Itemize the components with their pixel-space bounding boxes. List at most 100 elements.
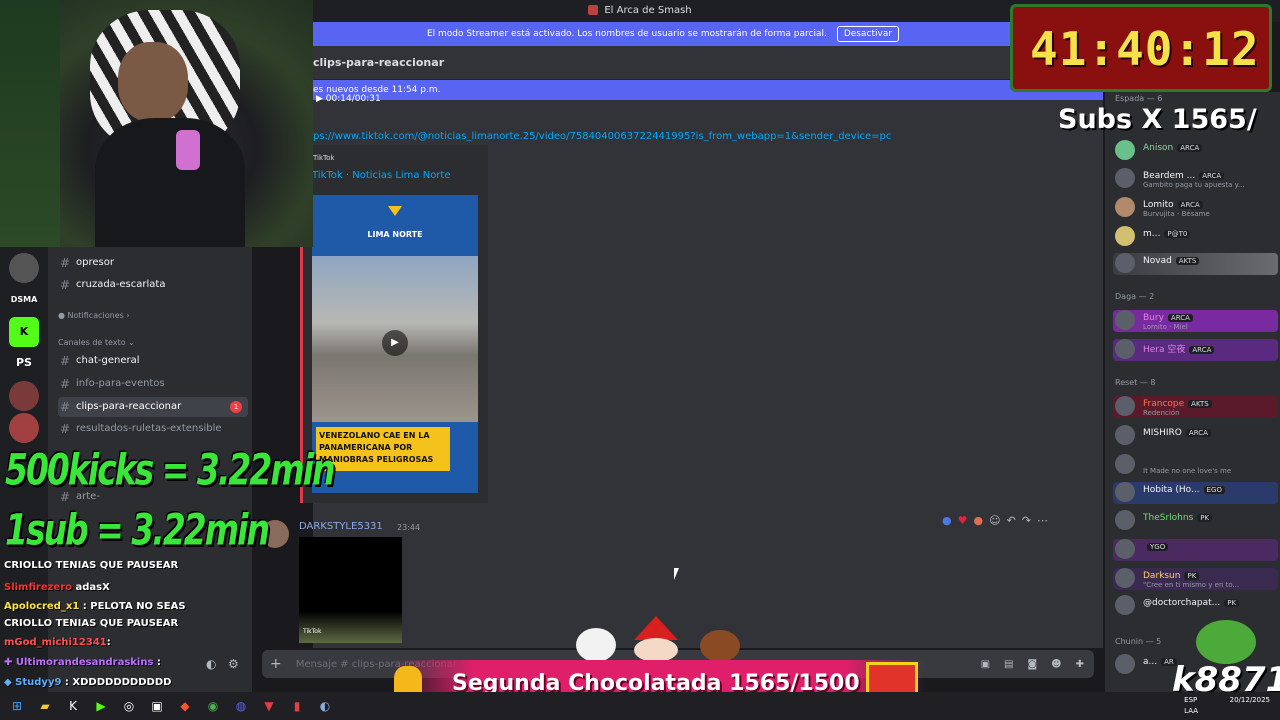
member-tag: PK xyxy=(1224,599,1240,607)
forward-icon[interactable]: ↷ xyxy=(1022,514,1031,527)
app-icon[interactable]: ▮ xyxy=(286,695,308,717)
member-name-text: Darksun xyxy=(1143,571,1181,581)
member-tag: PK xyxy=(1184,572,1200,580)
channel-item[interactable]: # info-para-eventos xyxy=(58,374,248,394)
heart-icon[interactable]: ♥ xyxy=(958,514,968,527)
member-tag: ARCA xyxy=(1177,144,1203,152)
member-item[interactable]: Darksun PK "Cree en ti mismo y en to... xyxy=(1113,568,1278,590)
server-icon[interactable] xyxy=(9,413,39,443)
discord-icon[interactable]: ◍ xyxy=(230,695,252,717)
member-name: TheSrlohns PK xyxy=(1143,513,1213,523)
more-icon[interactable]: ⋯ xyxy=(1037,514,1048,527)
message-actions: ● ♥ ● ☺ ↶ ↷ ⋯ xyxy=(942,510,1082,530)
server-icon[interactable]: PS xyxy=(9,348,39,378)
chrome-icon[interactable]: ◉ xyxy=(202,695,224,717)
channel-item[interactable]: # resultados-ruletas-extensible xyxy=(58,419,248,439)
unread-badge: 1 xyxy=(230,401,242,413)
chat-user: mGod_michi12341 xyxy=(4,637,107,648)
message-author[interactable]: DARKSTYLE5331 xyxy=(299,521,383,532)
taskbar: ⊞ ▰ K ▶ ◎ ▣ ◆ ◉ ◍ ▼ ▮ ◐ ESP LAA 20/12/20… xyxy=(0,692,1280,720)
server-icon[interactable]: DSMA xyxy=(9,285,39,315)
system-clock[interactable]: 20/12/2025 xyxy=(1230,695,1270,706)
reaction-icon[interactable]: ● xyxy=(973,514,983,527)
sticker-icon[interactable]: ◙ xyxy=(1027,659,1037,670)
reaction-icon[interactable]: ● xyxy=(942,514,952,527)
member-item[interactable]: m... P@T0 xyxy=(1113,226,1278,248)
channel-header-title: clips-para-reaccionar xyxy=(313,56,445,69)
member-item[interactable]: TheSrlohns PK xyxy=(1113,510,1278,532)
video-attachment[interactable]: TikTok xyxy=(299,537,402,643)
embed-title[interactable]: TikTok · Noticias Lima Norte xyxy=(312,170,451,181)
apps-icon[interactable]: ✚ xyxy=(1076,659,1084,670)
member-item[interactable]: MISHIRO ARCA xyxy=(1113,425,1278,447)
app-icon[interactable]: ▼ xyxy=(258,695,280,717)
chat-line: ◆ Studyy9 : XDDDDDDDDDDD xyxy=(4,677,172,688)
channel-item[interactable]: # cruzada-escarlata xyxy=(58,275,248,295)
reindeer-icon xyxy=(700,630,740,662)
add-reaction-icon[interactable]: ☺ xyxy=(989,514,1000,527)
brave-icon[interactable]: ◆ xyxy=(174,695,196,717)
member-item[interactable]: Lomito ARCA Burvujita - Bésame xyxy=(1113,197,1278,219)
language-indicator[interactable]: ESP LAA xyxy=(1184,695,1198,717)
member-name-text: Novad xyxy=(1143,256,1172,266)
gif-icon[interactable]: ▤ xyxy=(1004,659,1013,670)
chat-line: ✚ Ultimorandesandraskins : xyxy=(4,657,161,668)
chat-line: CRIOLLO TENIAS QUE PAUSEAR xyxy=(4,618,178,629)
member-status: Lomito · Miel xyxy=(1143,323,1188,331)
member-item[interactable]: It Made no one love's me xyxy=(1113,454,1278,476)
avatar xyxy=(1115,253,1135,273)
member-item[interactable]: Francope AKTS Redención xyxy=(1113,396,1278,418)
channel-label: cruzada-escarlata xyxy=(76,279,166,290)
windows-start-icon[interactable]: ⊞ xyxy=(6,695,28,717)
video-frame[interactable]: ▶ xyxy=(312,256,478,422)
member-item[interactable]: Hobita (Ho... EGO xyxy=(1113,482,1278,504)
emoji-icon[interactable]: ☻ xyxy=(1051,659,1061,670)
member-name-text: TheSrlohns xyxy=(1143,513,1194,523)
channel-label: resultados-ruletas-extensible xyxy=(76,423,222,434)
avatar xyxy=(1115,595,1135,615)
server-icon[interactable] xyxy=(9,253,39,283)
channel-item-selected[interactable]: # clips-para-reaccionar 1 xyxy=(58,397,248,417)
gift-icon[interactable]: ▣ xyxy=(981,659,990,670)
app-icon[interactable]: ◎ xyxy=(118,695,140,717)
member-tag: AKTS xyxy=(1188,400,1212,408)
member-item[interactable]: Hera 空夜 ARCA xyxy=(1113,339,1278,361)
stream-chat-overlay: CRIOLLO TENIAS QUE PAUSEAR Slimfirezero … xyxy=(0,560,260,692)
channel-item[interactable]: # opresor xyxy=(58,253,248,273)
channel-item[interactable]: # chat-general xyxy=(58,351,248,371)
member-item[interactable]: Anison ARCA xyxy=(1113,140,1278,162)
member-tag: AKTS xyxy=(1175,257,1200,265)
category-notifications[interactable]: ● Notificaciones › xyxy=(58,311,130,320)
member-item[interactable]: YGO xyxy=(1113,539,1278,561)
avatar xyxy=(1115,197,1135,217)
message-link[interactable]: ps://www.tiktok.com/@noticias_limanorte.… xyxy=(313,131,891,142)
member-item[interactable]: Bury ARCA Lomito · Miel xyxy=(1113,310,1278,332)
avatar xyxy=(1115,510,1135,530)
app-icon[interactable]: K xyxy=(62,695,84,717)
member-name-text: @doctorchapat... xyxy=(1143,598,1221,608)
streamer-face xyxy=(118,42,188,122)
play-icon[interactable]: ▶ xyxy=(382,330,408,356)
new-messages-bar[interactable]: es nuevos desde 11:54 p.m. Marc xyxy=(313,80,1103,100)
app-icon[interactable]: ▣ xyxy=(146,695,168,717)
play-icon[interactable]: ▶ xyxy=(316,94,323,104)
subs-goal-overlay: Subs X 1565/ xyxy=(1058,104,1257,135)
avatar xyxy=(1115,482,1135,502)
audio-player[interactable]: ▶ 00:14/00:31 xyxy=(316,94,381,104)
member-name-text: Francope xyxy=(1143,399,1185,409)
add-attachment-icon[interactable]: + xyxy=(270,656,282,672)
deactivate-streamer-button[interactable]: Desactivar xyxy=(836,26,900,42)
category-text-channels[interactable]: Canales de texto ⌄ xyxy=(58,338,135,347)
reply-icon[interactable]: ↶ xyxy=(1007,514,1016,527)
member-item[interactable]: Novad AKTS xyxy=(1113,253,1278,275)
folder-icon[interactable]: ▰ xyxy=(34,695,56,717)
member-item[interactable]: Beardem ... ARCA Gambito paga tu apuesta y… xyxy=(1113,168,1278,190)
app-icon[interactable]: ▶ xyxy=(90,695,112,717)
server-icon[interactable] xyxy=(9,381,39,411)
chat-user: Apolocred_x1 xyxy=(4,601,80,612)
logo-text: LIMA NORTE xyxy=(367,230,423,239)
member-item[interactable]: @doctorchapat... PK xyxy=(1113,595,1278,617)
steam-icon[interactable]: ◐ xyxy=(314,695,336,717)
kick-server-icon[interactable]: K xyxy=(9,317,39,347)
member-name-text: m... xyxy=(1143,229,1161,239)
